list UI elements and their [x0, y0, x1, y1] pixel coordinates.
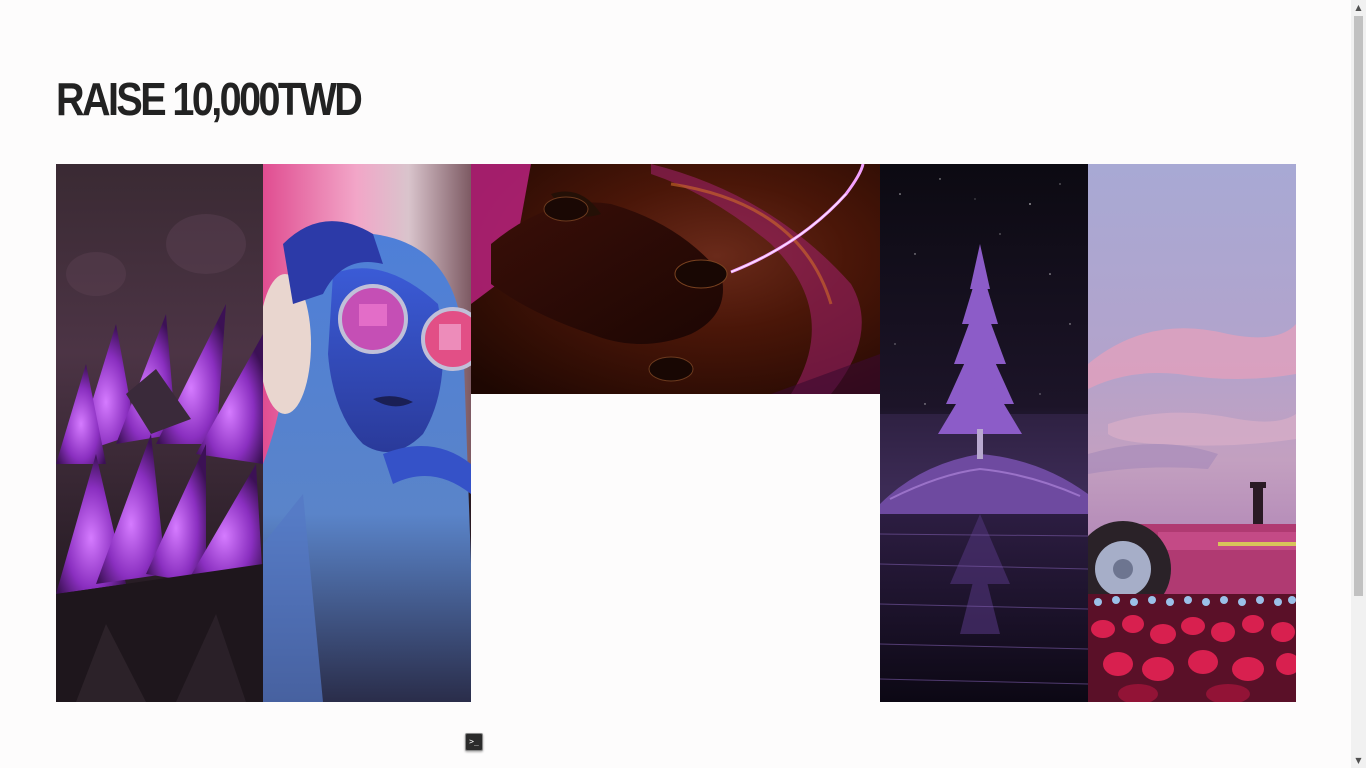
image-gallery — [56, 164, 1296, 702]
gallery-image-purple-tree[interactable] — [880, 164, 1088, 702]
vertical-scrollbar[interactable]: ▲ ▼ — [1351, 0, 1366, 768]
gallery-image-woman-sunglasses[interactable] — [263, 164, 471, 702]
terminal-icon: >_ — [469, 737, 479, 746]
page-title: RAISE 10,000TWD — [56, 73, 363, 125]
woman-neon-sunglasses-photo — [263, 164, 471, 702]
gallery-image-purple-flowers[interactable] — [56, 164, 263, 702]
gallery-image-tractor-tulips[interactable] — [1088, 164, 1296, 702]
gallery-image-hand-plasma[interactable] — [471, 164, 880, 394]
scrollbar-thumb[interactable] — [1354, 16, 1363, 596]
tractor-tulip-field-photo — [1088, 164, 1296, 702]
purple-flower-photo — [56, 164, 263, 702]
scroll-down-arrow-icon[interactable]: ▼ — [1351, 753, 1366, 768]
hand-plasma-ball-photo — [471, 164, 880, 394]
purple-tree-night-photo — [880, 164, 1088, 702]
scroll-up-arrow-icon[interactable]: ▲ — [1351, 0, 1366, 15]
terminal-button[interactable]: >_ — [465, 733, 483, 751]
